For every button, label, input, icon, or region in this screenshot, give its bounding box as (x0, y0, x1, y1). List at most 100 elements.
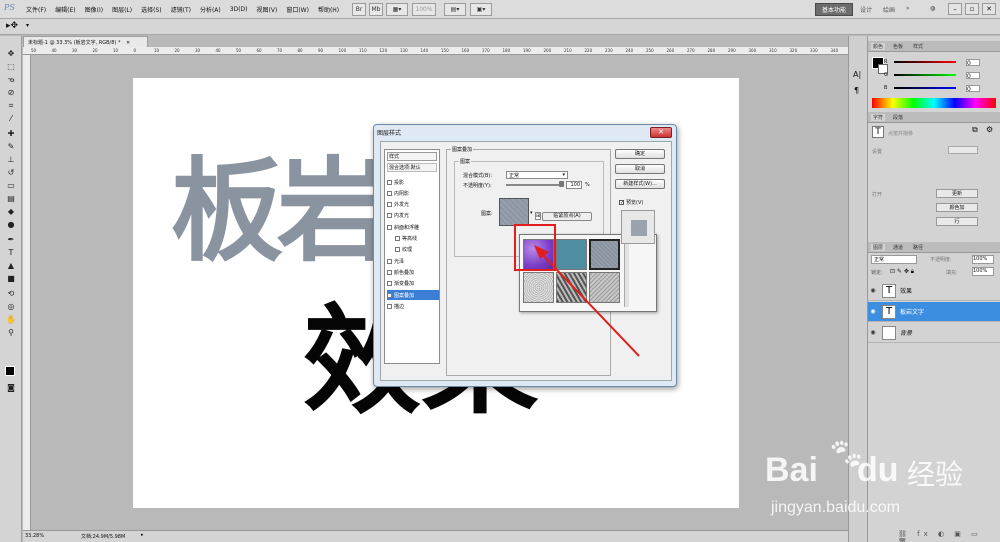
eraser-tool-icon[interactable]: ▭ (5, 180, 17, 191)
quick-select-tool-icon[interactable]: ⊘ (5, 87, 17, 98)
checkbox-icon[interactable] (387, 213, 392, 219)
pattern-swatch[interactable] (499, 198, 529, 226)
layer-row-slate-text[interactable]: ◉ T 板岩文字 (868, 302, 1000, 322)
shape-tool-icon[interactable]: ■ (5, 273, 17, 284)
new-preset-icon[interactable]: ⊞ (535, 212, 541, 220)
cancel-button[interactable]: 取消 (615, 164, 665, 174)
checkbox-icon[interactable] (395, 247, 400, 253)
menu-select[interactable]: 选择(S) (141, 5, 162, 14)
workspace-more[interactable]: » (906, 5, 910, 12)
extras-dropdown[interactable]: ▦▾ (386, 3, 408, 16)
tab-styles[interactable]: 样式 (911, 43, 925, 50)
red-slider[interactable]: R0 (884, 58, 996, 67)
blue-value[interactable]: 0 (966, 84, 980, 93)
3d-orbit-tool-icon[interactable]: ◎ (5, 301, 17, 312)
menu-window[interactable]: 窗口(W) (286, 5, 309, 14)
pattern-teal-swatch[interactable] (556, 239, 587, 270)
workspace-painting[interactable]: 绘画 (883, 5, 895, 14)
zoom-level-dropdown[interactable]: 100% (412, 3, 436, 16)
type-tool-icon[interactable]: T (5, 247, 17, 258)
style-item[interactable]: 外发光 (387, 200, 439, 210)
close-icon[interactable]: ✕ (982, 3, 996, 15)
layer-row-background[interactable]: ◉ 背景 (868, 323, 1000, 343)
close-tab-icon[interactable]: ✕ (126, 40, 130, 46)
style-item[interactable]: 内阴影 (387, 188, 439, 198)
dodge-tool-icon[interactable]: ● (5, 219, 17, 230)
document-tab[interactable]: 未标题-1 @ 33.3% (板岩文字, RGB/8) * ✕ (23, 36, 148, 47)
ok-button[interactable]: 确定 (615, 149, 665, 159)
link-icon[interactable]: ⧉ (972, 125, 978, 135)
tab-paragraph[interactable]: 段落 (891, 114, 905, 121)
eyedropper-tool-icon[interactable]: ⁄ (5, 113, 17, 124)
path-select-tool-icon[interactable]: ▲ (5, 260, 17, 271)
red-value[interactable]: 0 (966, 58, 980, 67)
menu-file[interactable]: 文件(F) (26, 5, 46, 14)
workspace-essentials[interactable]: 基本功能 (815, 3, 853, 16)
styles-header[interactable]: 样式 (387, 152, 437, 161)
restore-icon[interactable]: ▫ (965, 3, 979, 15)
move-tool-preset-icon[interactable]: ▸✥ (6, 21, 18, 31)
status-menu-icon[interactable]: ▸ (141, 532, 144, 538)
checkbox-icon[interactable] (395, 236, 400, 241)
eye-icon[interactable]: ◉ (868, 329, 878, 336)
green-slider[interactable]: G0 (884, 71, 996, 80)
menu-layer[interactable]: 图层(L) (112, 5, 132, 14)
3d-rotate-tool-icon[interactable]: ⟲ (5, 288, 17, 299)
blend-options-item[interactable]: 混合选项:默认 (387, 163, 437, 172)
checkbox-icon[interactable] (387, 303, 392, 309)
character-panel-icon[interactable]: A| (853, 70, 861, 79)
opacity-input[interactable]: 100 (566, 181, 582, 189)
fill-input[interactable]: 100% (972, 267, 994, 276)
layer-blend-select[interactable]: 正常 (871, 255, 917, 264)
new-style-button[interactable]: 新建样式(W)... (615, 179, 665, 189)
menu-view[interactable]: 视图(V) (257, 5, 278, 14)
marquee-tool-icon[interactable]: ⬚ (5, 61, 17, 72)
style-item[interactable]: 纹理 (395, 245, 447, 255)
menu-image[interactable]: 图像(I) (85, 5, 103, 14)
picker-scrollbar[interactable] (624, 239, 629, 307)
minibridge-button[interactable]: Mb (369, 3, 383, 16)
zoom-tool-icon[interactable]: ⚲ (5, 327, 17, 338)
move-tool-icon[interactable]: ✥ (5, 48, 17, 59)
menu-filter[interactable]: 滤镜(T) (171, 5, 191, 14)
color-spectrum[interactable] (872, 98, 996, 108)
checked-checkbox-icon[interactable]: ✓ (387, 292, 392, 298)
style-item[interactable]: 内发光 (387, 211, 439, 221)
pattern-slate-swatch[interactable] (589, 239, 620, 270)
green-value[interactable]: 0 (966, 71, 980, 80)
zoom-readout[interactable]: 33.28% (25, 533, 44, 539)
checkbox-icon[interactable] (387, 202, 392, 208)
pattern-stripes-swatch[interactable] (556, 272, 587, 303)
menu-analysis[interactable]: 分析(A) (200, 5, 221, 14)
opacity-slider[interactable] (506, 184, 562, 186)
opacity-slider-thumb[interactable] (559, 181, 564, 187)
healing-tool-icon[interactable]: ✚ (5, 128, 17, 139)
style-item[interactable]: 投影 (387, 177, 439, 187)
settings-icon[interactable]: ⚙ (986, 125, 993, 134)
history-brush-tool-icon[interactable]: ↺ (5, 167, 17, 178)
char-button-1[interactable]: 更新 (936, 189, 978, 198)
screen-mode-dropdown[interactable]: ▣▾ (470, 3, 492, 16)
quick-mask-icon[interactable]: ◙ (5, 382, 17, 393)
checkbox-icon[interactable] (387, 190, 392, 196)
tab-layers[interactable]: 图层 (871, 243, 886, 251)
pattern-purple-swatch[interactable] (523, 239, 554, 270)
style-item[interactable]: 颜色叠加 (387, 267, 439, 277)
arrange-documents-dropdown[interactable]: ▤▾ (444, 3, 466, 16)
blue-slider[interactable]: B0 (884, 84, 996, 93)
eye-icon[interactable]: ◉ (868, 308, 878, 315)
style-item[interactable]: 斜面和浮雕 (387, 222, 439, 232)
blur-tool-icon[interactable]: ◆ (5, 206, 17, 217)
crop-tool-icon[interactable]: ⌗ (5, 100, 17, 111)
tab-paths[interactable]: 路径 (911, 244, 925, 251)
paragraph-panel-icon[interactable]: ¶ (854, 86, 859, 95)
preset-dropdown-icon[interactable]: ▾ (26, 22, 29, 29)
brush-tool-icon[interactable]: ✎ (5, 141, 17, 152)
checkbox-icon[interactable] (387, 224, 392, 230)
style-item[interactable]: 光泽 (387, 256, 439, 266)
eye-icon[interactable]: ◉ (868, 287, 878, 294)
snap-to-origin-button[interactable]: 贴紧原点(A) (542, 212, 592, 221)
tab-character[interactable]: 字符 (871, 113, 886, 121)
minimize-icon[interactable]: – (948, 3, 962, 15)
cs-live-icon[interactable]: ◍ (930, 5, 935, 12)
